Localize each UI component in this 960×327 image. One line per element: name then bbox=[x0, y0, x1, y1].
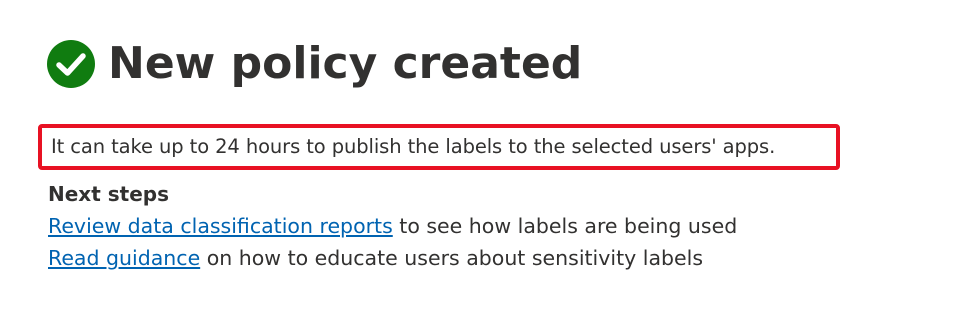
next-step-description: to see how labels are being used bbox=[392, 214, 738, 238]
checkmark-circle-icon bbox=[46, 39, 96, 89]
next-step-item: Read guidance on how to educate users ab… bbox=[48, 242, 737, 274]
next-step-item: Review data classification reports to se… bbox=[48, 210, 737, 242]
read-guidance-link[interactable]: Read guidance bbox=[48, 246, 200, 270]
next-steps-section: Next steps Review data classification re… bbox=[48, 178, 737, 274]
page-title: New policy created bbox=[108, 38, 583, 89]
next-step-description: on how to educate users about sensitivit… bbox=[200, 246, 704, 270]
next-steps-heading: Next steps bbox=[48, 182, 169, 206]
highlighted-notice: It can take up to 24 hours to publish th… bbox=[38, 124, 840, 170]
publish-delay-notice: It can take up to 24 hours to publish th… bbox=[51, 135, 776, 158]
review-reports-link[interactable]: Review data classification reports bbox=[48, 214, 393, 238]
header: New policy created bbox=[46, 36, 582, 92]
